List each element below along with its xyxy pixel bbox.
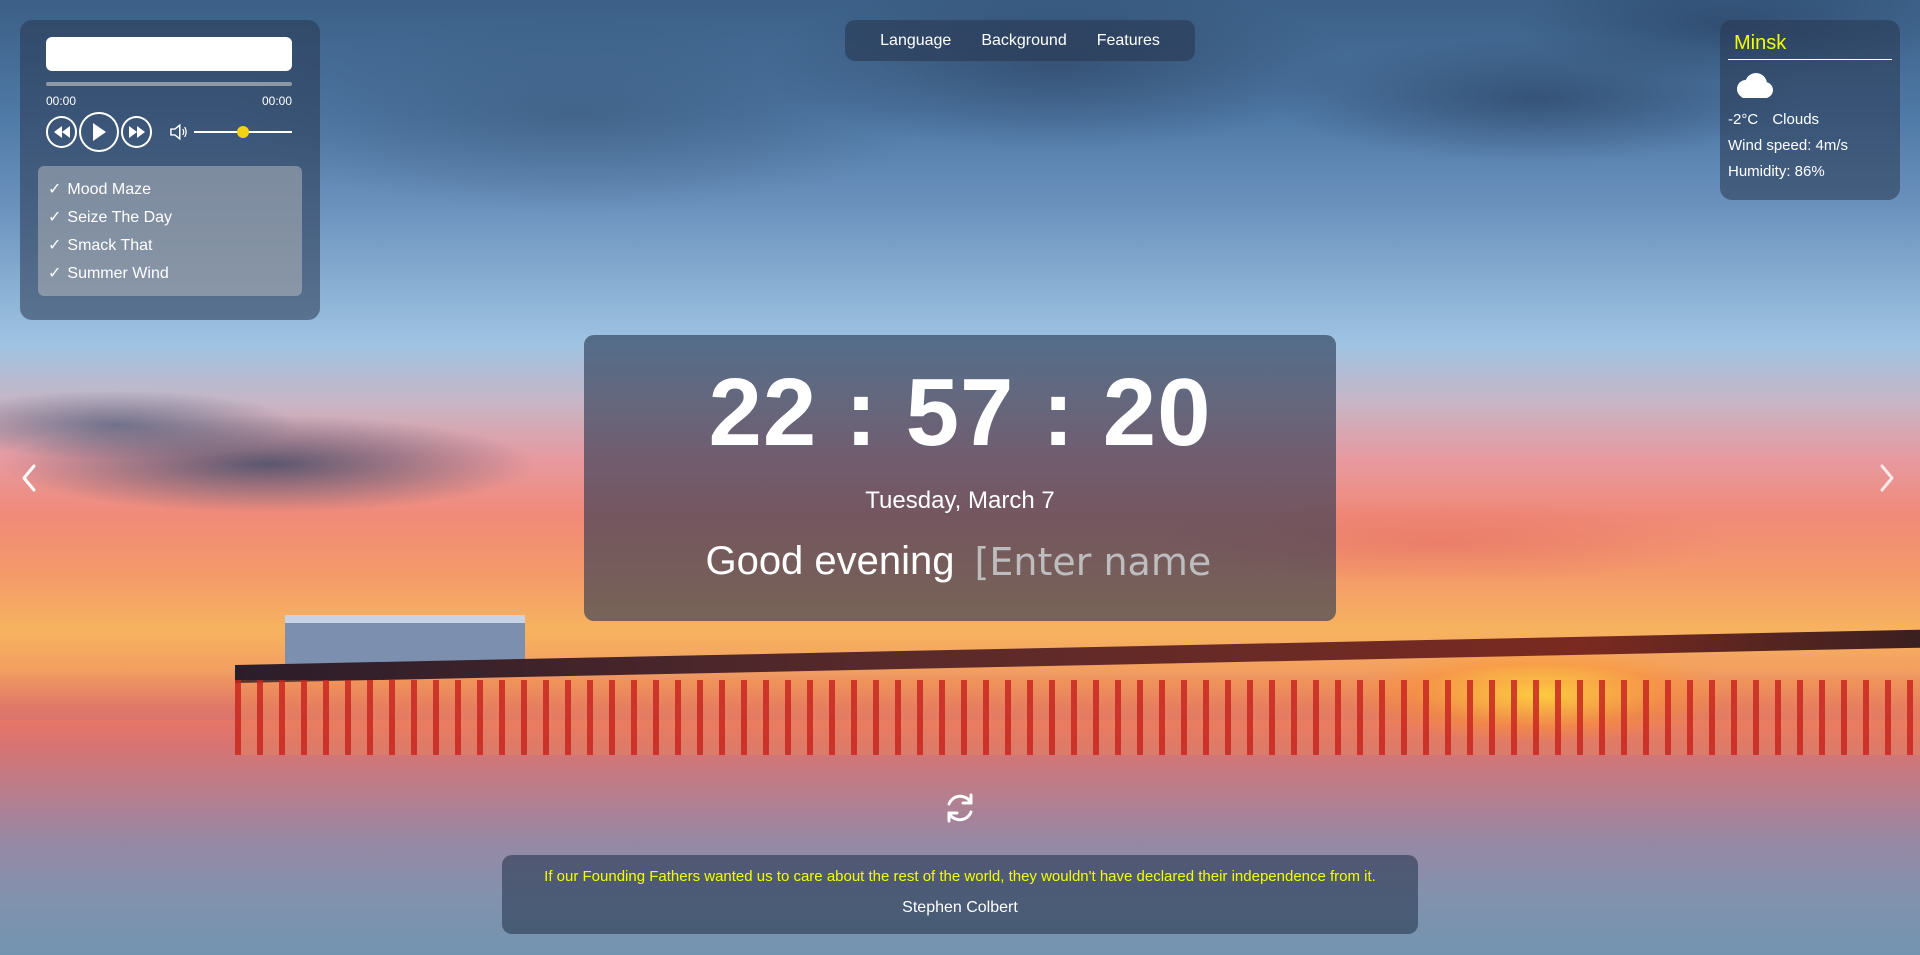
greeting-row: Good evening [584, 539, 1336, 584]
next-track-button[interactable] [120, 116, 153, 148]
check-icon: ✓ [48, 265, 62, 282]
city-name[interactable]: Minsk [1728, 32, 1892, 60]
clock-date: Tuesday, March 7 [865, 487, 1055, 514]
chevron-right-icon[interactable] [1872, 460, 1902, 496]
audio-player: 00:00 00:00 ✓ Mood Maze ✓ Seize The Day ✓ S… [20, 20, 320, 320]
play-icon [93, 123, 107, 141]
playlist-item-title: Smack That [67, 237, 153, 254]
quote-author: Stephen Colbert [902, 899, 1018, 916]
time-readout: 00:00 00:00 [46, 94, 292, 108]
weather-summary: -2°C Clouds [1728, 107, 1892, 133]
playlist-item[interactable]: ✓ Summer Wind [48, 260, 292, 288]
clock-card: 22 : 57 : 20 Tuesday, March 7 Good eveni… [584, 335, 1336, 621]
rewind-icon [53, 126, 70, 138]
duration: 00:00 [261, 94, 292, 108]
clock-time: 22 : 57 : 20 [708, 359, 1212, 466]
cloud-icon [1737, 73, 1773, 98]
progress-bar[interactable] [46, 82, 292, 86]
wind-speed: Wind speed: 4m/s [1728, 137, 1849, 154]
check-icon: ✓ [48, 237, 62, 254]
weather-description: Clouds [1772, 111, 1820, 128]
greeting-text: Good evening [705, 539, 955, 583]
volume-knob[interactable] [236, 126, 249, 138]
temperature: -2°C [1728, 111, 1759, 128]
refresh-icon[interactable] [941, 789, 979, 827]
playlist-item[interactable]: ✓ Seize The Day [48, 204, 292, 232]
track-title [46, 37, 292, 71]
playlist-item-title: Mood Maze [67, 181, 151, 198]
check-icon: ✓ [48, 209, 62, 226]
menu-language[interactable]: Language [880, 32, 951, 50]
playlist-item[interactable]: ✓ Mood Maze [48, 176, 292, 204]
speaker-icon[interactable] [168, 121, 190, 143]
chevron-left-icon[interactable] [14, 460, 44, 496]
previous-track-button[interactable] [46, 116, 78, 148]
name-input[interactable] [974, 539, 1215, 584]
fast-forward-icon [128, 126, 145, 138]
menu-features[interactable]: Features [1097, 32, 1160, 50]
background-pier-posts [235, 680, 1920, 755]
quote-box: If our Founding Fathers wanted us to car… [502, 855, 1418, 934]
quote-text: If our Founding Fathers wanted us to car… [544, 868, 1376, 885]
playlist-item[interactable]: ✓ Smack That [48, 232, 292, 260]
settings-menu: Language Background Features [845, 20, 1195, 61]
current-time: 00:00 [46, 94, 77, 108]
player-controls [46, 112, 293, 152]
humidity: Humidity: 86% [1728, 163, 1825, 180]
playlist: ✓ Mood Maze ✓ Seize The Day ✓ Smack That ✓ S… [38, 166, 302, 296]
play-button[interactable] [79, 112, 119, 152]
volume-slider[interactable] [193, 126, 293, 138]
playlist-item-title: Seize The Day [67, 209, 173, 226]
menu-background[interactable]: Background [981, 32, 1066, 50]
playlist-item-title: Summer Wind [67, 265, 169, 282]
check-icon: ✓ [48, 181, 62, 198]
weather-widget: Minsk -2°C Clouds Wind speed: 4m/s Humid… [1720, 20, 1900, 200]
